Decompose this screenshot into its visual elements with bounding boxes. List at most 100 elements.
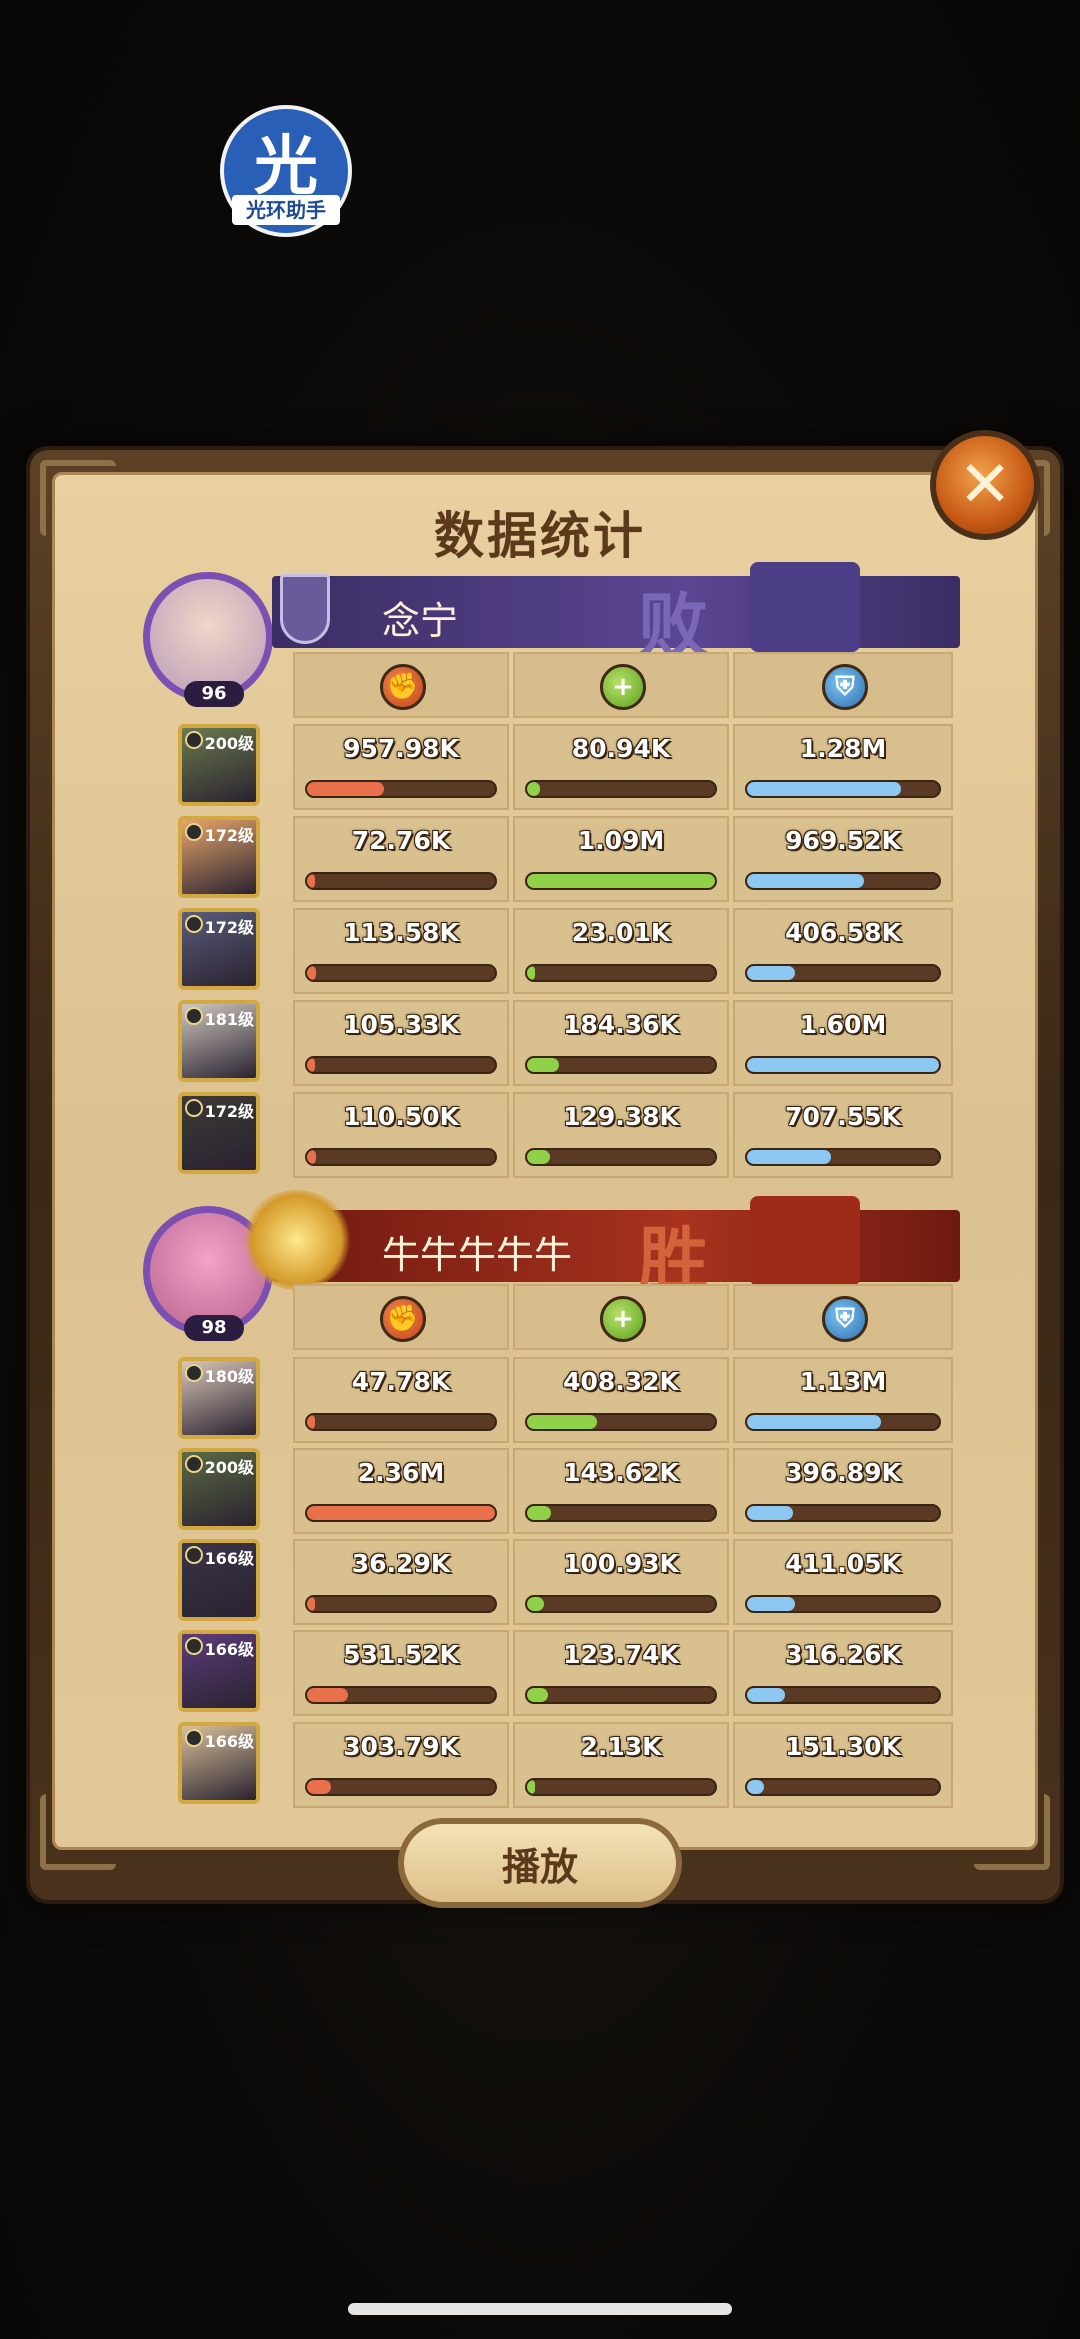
damage-bar-fill [307, 1058, 315, 1072]
heal-bar-fill [527, 782, 541, 796]
heal-bar [525, 1595, 717, 1613]
faction-icon [185, 1546, 203, 1564]
heal-bar-fill [527, 1058, 559, 1072]
hero-level: 200级 [204, 734, 254, 753]
faction-icon [185, 1007, 203, 1025]
hero-row[interactable]: 200级 957.98K 80.94K 1.28M [178, 724, 958, 812]
taken-bar-fill [747, 1058, 939, 1072]
team2-avatar-level: 98 [184, 1315, 244, 1341]
damage-value: 105.33K [343, 1010, 459, 1039]
hero-row[interactable]: 172级 113.58K 23.01K 406.58K [178, 908, 958, 996]
heal-bar [525, 1056, 717, 1074]
damage-cell: 47.78K [293, 1357, 509, 1443]
team1-avatar-level: 96 [184, 681, 244, 707]
damage-bar-fill [307, 1150, 317, 1164]
hero-portrait[interactable]: 166级 [178, 1539, 260, 1621]
heal-cell: 1.09M [513, 816, 729, 902]
hero-row[interactable]: 166级 303.79K 2.13K 151.30K [178, 1722, 958, 1810]
hero-row[interactable]: 180级 47.78K 408.32K 1.13M [178, 1357, 958, 1445]
header-cell: ⛨ [733, 1284, 953, 1350]
damage-bar [305, 1504, 497, 1522]
damage-bar-fill [307, 1597, 315, 1611]
damage-bar-fill [307, 966, 317, 980]
heal-value: 100.93K [563, 1549, 679, 1578]
header-cell: + [513, 652, 729, 718]
damage-cell: 36.29K [293, 1539, 509, 1625]
hero-portrait[interactable]: 172级 [178, 816, 260, 898]
taken-bar [745, 1686, 941, 1704]
heal-value: 1.09M [577, 826, 665, 855]
hero-portrait[interactable]: 181级 [178, 1000, 260, 1082]
damage-cell: 2.36M [293, 1448, 509, 1534]
damage-cell: 110.50K [293, 1092, 509, 1178]
header-cell: ⛨ [733, 652, 953, 718]
hero-portrait[interactable]: 180级 [178, 1357, 260, 1439]
heal-bar-fill [527, 966, 535, 980]
damage-bar-fill [307, 1415, 315, 1429]
damage-bar-fill [307, 874, 315, 888]
damage-bar-fill [307, 1688, 349, 1702]
play-button[interactable]: 播放 [398, 1818, 682, 1908]
damage-value: 110.50K [343, 1102, 459, 1131]
hero-row[interactable]: 172级 110.50K 129.38K 707.55K [178, 1092, 958, 1180]
team1-banner: 念宁 败 [272, 562, 960, 667]
faction-icon [185, 1099, 203, 1117]
damage-value: 36.29K [351, 1549, 451, 1578]
damage-cell: 303.79K [293, 1722, 509, 1808]
attack-icon: ✊ [380, 664, 426, 710]
header-cell: ✊ [293, 652, 509, 718]
hero-portrait[interactable]: 166级 [178, 1630, 260, 1712]
heal-bar [525, 1413, 717, 1431]
hero-level: 180级 [204, 1367, 254, 1386]
heal-bar [525, 1504, 717, 1522]
damage-value: 113.58K [343, 918, 459, 947]
shield-icon: ⛨ [822, 664, 868, 710]
heal-bar-fill [527, 1150, 550, 1164]
taken-bar [745, 1148, 941, 1166]
taken-cell: 411.05K [733, 1539, 953, 1625]
team2-stat-header: ✊ + ⛨ [293, 1284, 953, 1350]
damage-cell: 113.58K [293, 908, 509, 994]
damage-value: 531.52K [343, 1640, 459, 1669]
watermark-glyph: 光 [254, 130, 318, 204]
damage-bar [305, 1686, 497, 1704]
faction-icon [185, 823, 203, 841]
damage-bar [305, 1148, 497, 1166]
hero-portrait[interactable]: 200级 [178, 1448, 260, 1530]
team1-avatar[interactable]: 96 [143, 572, 273, 707]
banner-flag-icon [750, 562, 860, 652]
hero-portrait[interactable]: 172级 [178, 908, 260, 990]
hero-row[interactable]: 166级 531.52K 123.74K 316.26K [178, 1630, 958, 1718]
frame-corner [974, 1794, 1050, 1870]
damage-bar [305, 1413, 497, 1431]
taken-bar-fill [747, 1415, 882, 1429]
damage-bar-fill [307, 1506, 495, 1520]
victory-crest-icon [242, 1190, 352, 1290]
damage-bar [305, 872, 497, 890]
hero-portrait[interactable]: 200级 [178, 724, 260, 806]
hero-portrait[interactable]: 166级 [178, 1722, 260, 1804]
frame-corner [40, 1794, 116, 1870]
damage-bar [305, 1056, 497, 1074]
hero-level: 172级 [204, 826, 254, 845]
hero-level: 166级 [204, 1549, 254, 1568]
home-indicator[interactable] [348, 2303, 732, 2315]
heal-bar-fill [527, 1506, 552, 1520]
hero-level: 200级 [204, 1458, 254, 1477]
hero-level: 181级 [204, 1010, 254, 1029]
damage-cell: 105.33K [293, 1000, 509, 1086]
hero-row[interactable]: 172级 72.76K 1.09M 969.52K [178, 816, 958, 904]
taken-bar [745, 780, 941, 798]
heal-bar-fill [527, 1780, 535, 1794]
watermark-logo: 光 光环助手 [220, 105, 352, 237]
taken-cell: 969.52K [733, 816, 953, 902]
hero-row[interactable]: 181级 105.33K 184.36K 1.60M [178, 1000, 958, 1088]
header-cell: + [513, 1284, 729, 1350]
hero-portrait[interactable]: 172级 [178, 1092, 260, 1174]
hero-row[interactable]: 200级 2.36M 143.62K 396.89K [178, 1448, 958, 1536]
heal-bar [525, 872, 717, 890]
taken-bar-fill [747, 1780, 765, 1794]
damage-bar-fill [307, 1780, 332, 1794]
taken-bar-fill [747, 874, 865, 888]
hero-row[interactable]: 166级 36.29K 100.93K 411.05K [178, 1539, 958, 1627]
